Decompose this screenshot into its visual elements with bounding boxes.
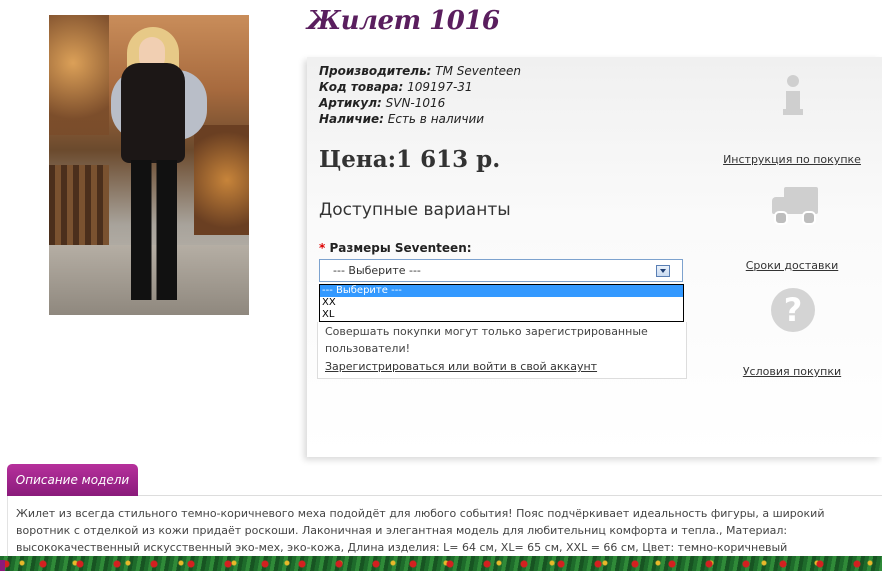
size-select[interactable]: --- Выберите --- xyxy=(319,259,683,282)
size-option[interactable]: XX xyxy=(320,297,683,309)
product-title: Жилет 1016 xyxy=(307,6,500,36)
info-icon xyxy=(783,75,803,117)
tab-description[interactable]: Описание модели xyxy=(7,464,138,496)
photo-foliage xyxy=(49,15,109,135)
instructions-block: Инструкция по покупке xyxy=(722,148,862,167)
sku-row: Артикул: SVN-1016 xyxy=(319,95,521,111)
register-login-link[interactable]: Зарегистрироваться или войти в свой акка… xyxy=(325,358,686,375)
required-mark: * xyxy=(319,241,326,255)
product-code-label: Код товара: xyxy=(319,80,404,94)
size-field-label: * Размеры Seventeen: xyxy=(319,241,472,255)
manufacturer-value: TM Seventeen xyxy=(435,64,521,78)
size-label-text: Размеры Seventeen: xyxy=(329,241,472,255)
page-edge-accent xyxy=(0,560,5,571)
terms-link[interactable]: Условия покупки xyxy=(743,365,841,378)
manufacturer-row: Производитель: TM Seventeen xyxy=(319,63,521,79)
availability-row: Наличие: Есть в наличии xyxy=(319,111,521,127)
login-notice: Совершать покупки могут только зарегистр… xyxy=(317,322,687,379)
question-icon: ? xyxy=(771,288,815,332)
product-code-value: 109197-31 xyxy=(407,80,473,94)
product-meta: Производитель: TM Seventeen Код товара: … xyxy=(319,63,521,127)
manufacturer-label: Производитель: xyxy=(319,64,432,78)
holiday-garland xyxy=(0,556,882,571)
product-description: Жилет из всегда стильного темно-коричнев… xyxy=(7,496,882,558)
availability-label: Наличие: xyxy=(319,112,384,126)
chevron-down-icon[interactable] xyxy=(656,265,670,277)
photo-model-vest xyxy=(121,63,185,163)
delivery-link[interactable]: Сроки доставки xyxy=(746,259,839,272)
login-notice-text: Совершать покупки могут только зарегистр… xyxy=(325,325,648,355)
size-select-value: --- Выберите --- xyxy=(333,264,421,277)
availability-value: Есть в наличии xyxy=(387,112,485,126)
sku-value: SVN-1016 xyxy=(385,96,446,110)
instructions-link[interactable]: Инструкция по покупке xyxy=(723,153,861,166)
photo-foliage xyxy=(194,125,249,235)
truck-icon xyxy=(770,185,818,225)
product-image[interactable] xyxy=(49,15,249,315)
size-option[interactable]: XL xyxy=(320,309,683,321)
variants-heading: Доступные варианты xyxy=(319,200,511,220)
size-dropdown-list[interactable]: --- Выберите --- XX XL xyxy=(319,284,684,322)
photo-model-legs xyxy=(131,160,177,300)
product-price: Цена:1 613 р. xyxy=(319,146,501,173)
size-option[interactable]: --- Выберите --- xyxy=(320,285,683,297)
terms-block: Условия покупки xyxy=(722,360,862,379)
sku-label: Артикул: xyxy=(319,96,382,110)
delivery-block: Сроки доставки xyxy=(722,254,862,273)
product-code-row: Код товара: 109197-31 xyxy=(319,79,521,95)
